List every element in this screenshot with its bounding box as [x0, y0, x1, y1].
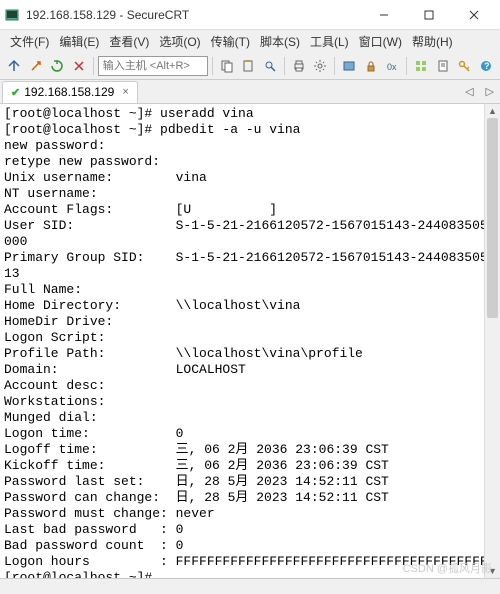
copy-icon[interactable] [217, 56, 237, 76]
tile-icon[interactable] [411, 56, 431, 76]
connect-icon[interactable] [4, 56, 24, 76]
connected-icon: ✔ [11, 86, 20, 99]
tab-label: 192.168.158.129 [24, 85, 114, 99]
tabbar: ✔ 192.168.158.129 × ◁ ▷ [0, 80, 500, 104]
disconnect-icon[interactable] [69, 56, 89, 76]
menubar: 文件(F) 编辑(E) 查看(V) 选项(O) 传输(T) 脚本(S) 工具(L… [0, 30, 500, 52]
tab-close-icon[interactable]: × [122, 86, 128, 98]
session-icon[interactable] [339, 56, 359, 76]
help-icon[interactable]: ? [476, 56, 496, 76]
svg-text:?: ? [484, 61, 490, 71]
toolbar-separator [93, 57, 94, 75]
find-icon[interactable] [260, 56, 280, 76]
toolbar-separator [334, 57, 335, 75]
toolbar-separator [212, 57, 213, 75]
paste-icon[interactable] [238, 56, 258, 76]
tab-next-icon[interactable]: ▷ [480, 85, 500, 98]
key-icon[interactable] [455, 56, 475, 76]
close-button[interactable] [451, 1, 496, 29]
tab-prev-icon[interactable]: ◁ [459, 85, 479, 98]
hex-icon[interactable]: 0x [383, 56, 403, 76]
settings-icon[interactable] [310, 56, 330, 76]
session-tab[interactable]: ✔ 192.168.158.129 × [2, 81, 138, 103]
scroll-up-icon[interactable]: ▲ [485, 104, 500, 118]
menu-script[interactable]: 脚本(S) [256, 31, 304, 52]
lock-icon[interactable] [361, 56, 381, 76]
toolbar-separator [406, 57, 407, 75]
watermark: CSDN @孤风月影 [403, 560, 492, 576]
svg-text:0x: 0x [387, 62, 397, 72]
statusbar [0, 578, 500, 594]
minimize-button[interactable] [361, 1, 406, 29]
window-title: 192.168.158.129 - SecureCRT [26, 8, 361, 22]
menu-edit[interactable]: 编辑(E) [55, 31, 103, 52]
toolbar-separator [284, 57, 285, 75]
menu-tools[interactable]: 工具(L) [306, 31, 353, 52]
toolbar: 0x ? [0, 52, 500, 80]
quick-connect-icon[interactable] [26, 56, 46, 76]
window-buttons [361, 1, 496, 29]
maximize-button[interactable] [406, 1, 451, 29]
menu-view[interactable]: 查看(V) [105, 31, 153, 52]
host-input[interactable] [98, 56, 208, 76]
print-icon[interactable] [289, 56, 309, 76]
titlebar: 192.168.158.129 - SecureCRT [0, 0, 500, 30]
script-icon[interactable] [433, 56, 453, 76]
app-icon [4, 7, 20, 23]
menu-transfer[interactable]: 传输(T) [207, 31, 254, 52]
menu-help[interactable]: 帮助(H) [408, 31, 457, 52]
terminal-output[interactable]: [root@localhost ~]# useradd vina [root@l… [0, 104, 500, 578]
scroll-thumb[interactable] [487, 118, 498, 318]
scrollbar[interactable]: ▲ ▼ [484, 104, 500, 578]
menu-options[interactable]: 选项(O) [155, 31, 204, 52]
menu-window[interactable]: 窗口(W) [355, 31, 406, 52]
menu-file[interactable]: 文件(F) [6, 31, 53, 52]
reconnect-icon[interactable] [47, 56, 67, 76]
